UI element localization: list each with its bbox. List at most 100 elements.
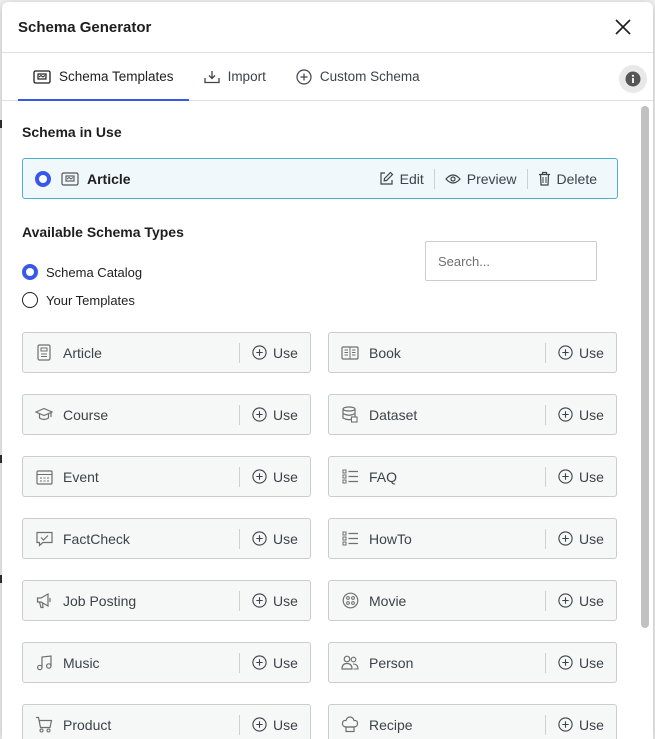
tab-label: Import bbox=[227, 69, 266, 84]
use-button-book[interactable]: Use bbox=[546, 345, 616, 361]
schema-card-label: Product bbox=[63, 716, 112, 733]
people-icon bbox=[341, 654, 359, 672]
close-icon bbox=[615, 19, 631, 35]
schema-search-input[interactable] bbox=[425, 241, 597, 281]
use-label: Use bbox=[579, 344, 604, 361]
list-icon bbox=[341, 468, 359, 486]
cart-icon bbox=[35, 716, 53, 734]
radio-your-templates[interactable]: Your Templates bbox=[22, 286, 618, 314]
schema-card-movie: Movie Use bbox=[328, 580, 617, 621]
scrollbar[interactable] bbox=[641, 106, 649, 736]
plus-circle-icon bbox=[558, 531, 573, 546]
database-icon bbox=[341, 406, 359, 424]
plus-circle-icon bbox=[558, 469, 573, 484]
music-note-icon bbox=[35, 654, 53, 672]
available-schema-heading: Available Schema Types bbox=[22, 224, 184, 240]
tab-import[interactable]: Import bbox=[189, 53, 281, 100]
use-label: Use bbox=[579, 468, 604, 485]
use-button-dataset[interactable]: Use bbox=[546, 407, 616, 423]
plus-circle-icon bbox=[558, 345, 573, 360]
use-label: Use bbox=[273, 468, 298, 485]
edit-label: Edit bbox=[399, 170, 424, 187]
preview-button[interactable]: Preview bbox=[435, 171, 527, 187]
use-button-movie[interactable]: Use bbox=[546, 593, 616, 609]
edit-button[interactable]: Edit bbox=[369, 171, 434, 187]
use-button-course[interactable]: Use bbox=[240, 407, 310, 423]
plus-circle-icon bbox=[252, 593, 267, 608]
plus-circle-icon bbox=[558, 717, 573, 732]
schema-card-recipe: Recipe Use bbox=[328, 704, 617, 739]
schema-card-label: Movie bbox=[369, 592, 407, 609]
check-comment-icon bbox=[35, 530, 53, 548]
use-button-recipe[interactable]: Use bbox=[546, 717, 616, 733]
schema-card-label: Job Posting bbox=[63, 592, 137, 609]
tab-label: Custom Schema bbox=[319, 69, 420, 84]
info-icon bbox=[625, 71, 641, 87]
schema-card-job-posting: Job Posting Use bbox=[22, 580, 311, 621]
plus-circle-icon bbox=[558, 407, 573, 422]
use-label: Use bbox=[273, 530, 298, 547]
use-label: Use bbox=[579, 530, 604, 547]
schema-card-dataset: Dataset Use bbox=[328, 394, 617, 435]
chef-hat-icon bbox=[341, 716, 359, 734]
schema-card-label: Event bbox=[63, 468, 99, 485]
use-label: Use bbox=[579, 592, 604, 609]
radio-label: Schema Catalog bbox=[46, 264, 143, 280]
schema-card-book: Book Use bbox=[328, 332, 617, 373]
tab-label: Schema Templates bbox=[59, 69, 174, 84]
use-label: Use bbox=[273, 716, 298, 733]
schema-card-product: Product Use bbox=[22, 704, 311, 739]
eye-icon bbox=[444, 173, 461, 184]
use-button-music[interactable]: Use bbox=[240, 655, 310, 671]
schema-card-label: Course bbox=[63, 406, 109, 423]
schema-card-label: Music bbox=[63, 654, 100, 671]
use-label: Use bbox=[273, 344, 298, 361]
modal-title: Schema Generator bbox=[18, 18, 152, 36]
plus-circle-icon bbox=[296, 68, 312, 85]
film-reel-icon bbox=[341, 592, 359, 610]
schema-card-howto: HowTo Use bbox=[328, 518, 617, 559]
plus-circle-icon bbox=[252, 469, 267, 484]
schema-card-label: Book bbox=[369, 344, 401, 361]
tab-schema-templates[interactable]: Schema Templates bbox=[18, 53, 189, 101]
radio-label: Your Templates bbox=[46, 292, 135, 308]
close-button[interactable] bbox=[611, 15, 635, 39]
import-icon bbox=[203, 70, 220, 83]
schema-card-label: FAQ bbox=[369, 468, 398, 485]
schema-card-label: Recipe bbox=[369, 716, 413, 733]
plus-circle-icon bbox=[558, 593, 573, 608]
schema-card-label: Dataset bbox=[369, 406, 418, 423]
trash-icon bbox=[538, 171, 550, 186]
use-label: Use bbox=[273, 654, 298, 671]
use-button-faq[interactable]: Use bbox=[546, 469, 616, 485]
use-label: Use bbox=[273, 406, 298, 423]
use-button-article[interactable]: Use bbox=[240, 345, 310, 361]
use-button-job-posting[interactable]: Use bbox=[240, 593, 310, 609]
delete-label: Delete bbox=[556, 170, 597, 187]
list-icon bbox=[341, 530, 359, 548]
use-button-howto[interactable]: Use bbox=[546, 531, 616, 547]
calendar-icon bbox=[35, 468, 53, 486]
info-button[interactable] bbox=[619, 65, 647, 93]
schema-card-label: Person bbox=[369, 654, 414, 671]
modal-content: Schema in Use Article Edit Preview Delet… bbox=[2, 102, 638, 739]
scrollbar-thumb[interactable] bbox=[641, 106, 649, 628]
schema-card-music: Music Use bbox=[22, 642, 311, 683]
plus-circle-icon bbox=[252, 407, 267, 422]
use-button-product[interactable]: Use bbox=[240, 717, 310, 733]
schema-card-label: HowTo bbox=[369, 530, 412, 547]
use-button-event[interactable]: Use bbox=[240, 469, 310, 485]
available-header: Available Schema Types bbox=[22, 224, 618, 240]
tab-custom-schema[interactable]: Custom Schema bbox=[281, 53, 435, 100]
schema-in-use-radio[interactable] bbox=[35, 170, 51, 187]
delete-button[interactable]: Delete bbox=[528, 171, 607, 187]
schema-card-event: Event Use bbox=[22, 456, 311, 497]
plus-circle-icon bbox=[252, 655, 267, 670]
use-button-factcheck[interactable]: Use bbox=[240, 531, 310, 547]
schema-in-use-name: Article bbox=[87, 170, 131, 187]
schema-in-use-heading: Schema in Use bbox=[22, 124, 122, 140]
use-button-person[interactable]: Use bbox=[546, 655, 616, 671]
schema-card-article: Article Use bbox=[22, 332, 311, 373]
template-icon bbox=[61, 171, 79, 186]
template-icon bbox=[33, 69, 51, 84]
